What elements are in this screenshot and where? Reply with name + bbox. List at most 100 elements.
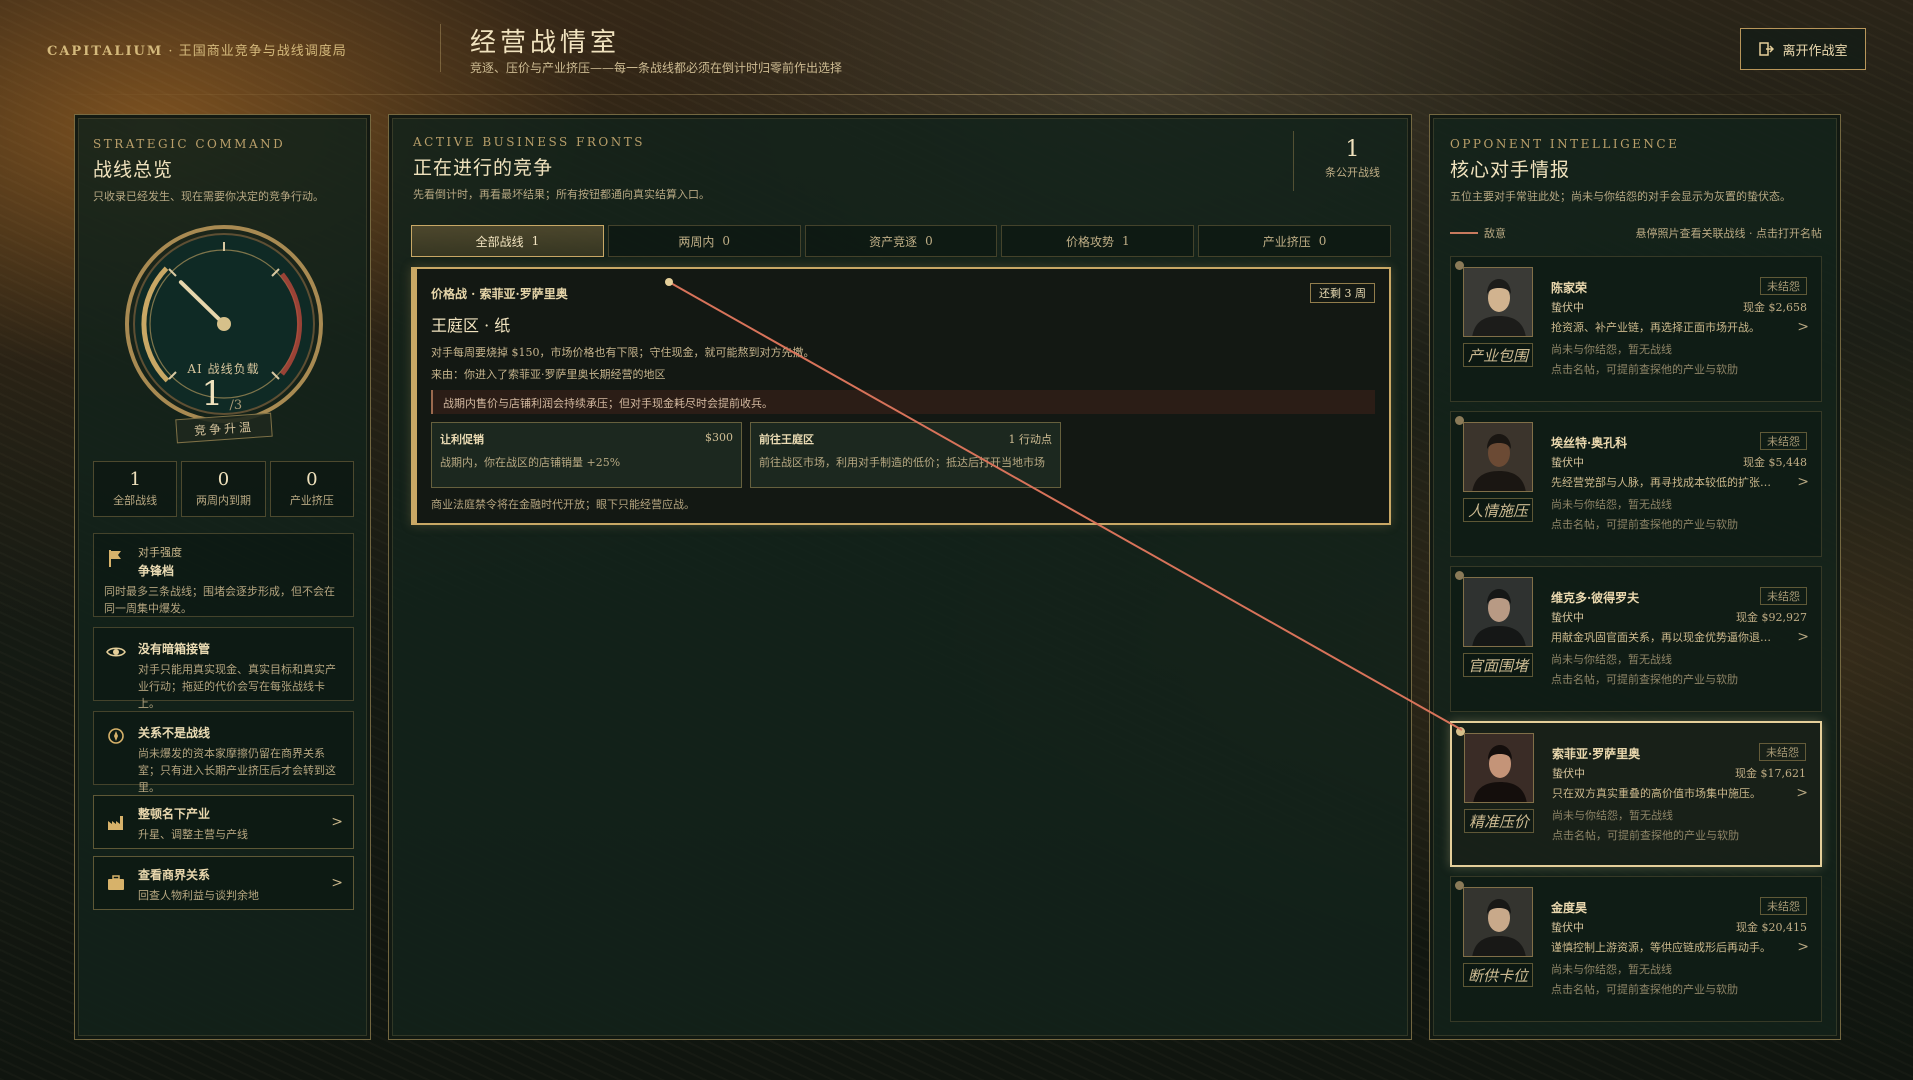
opponent-portrait[interactable]: [1463, 267, 1533, 337]
legend-label: 敌意: [1484, 227, 1506, 240]
action-desc: 战期内，你在战区的店铺销量 +25%: [440, 456, 621, 469]
opponent-name: 索菲亚·罗萨里奥: [1552, 747, 1641, 761]
opponent-portrait[interactable]: [1464, 733, 1534, 803]
tab-label: 两周内: [678, 234, 715, 249]
opponent-cash: 现金 $5,448: [1743, 456, 1807, 469]
action-cost: $300: [705, 431, 733, 444]
opponent-relation: 尚未与你结怨，暂无战线: [1551, 498, 1672, 511]
exit-door-icon: [1759, 42, 1775, 56]
exit-war-room-button[interactable]: 离开作战室: [1740, 28, 1866, 70]
brand-name: CAPITALIUM: [47, 44, 164, 59]
chevron-right-icon: >: [1797, 319, 1809, 335]
gauge-label: AI 战线负载: [187, 362, 260, 376]
front-actions: 让利促销 $300 战期内，你在战区的店铺销量 +25% 前往王庭区 1 行动点…: [431, 422, 1389, 488]
front-stats: 1 全部战线 0 两周内到期 0 产业挤压: [93, 461, 354, 517]
right-title: 核心对手情报: [1450, 159, 1571, 181]
gauge-max: /3: [229, 398, 243, 413]
tab-label: 全部战线: [475, 234, 524, 249]
grudge-badge: 未结怨: [1760, 277, 1807, 295]
compass-icon: [108, 728, 124, 744]
nav-title: 整顿名下产业: [138, 807, 211, 821]
right-desc: 五位主要对手常驻此处；尚未与你结怨的对手会显示为灰置的蛰伏态。: [1450, 190, 1791, 203]
load-gauge: AI 战线负载 1 /3: [124, 224, 324, 424]
relations-card: 关系不是战线 尚未爆发的资本家摩擦仍留在商界关系室；只有进入长期产业挤压后才会转…: [93, 711, 354, 794]
business-relations-button[interactable]: 查看商界关系 回查人物利益与谈判余地 >: [93, 856, 354, 910]
opponent-relation: 尚未与你结怨，暂无战线: [1551, 963, 1672, 976]
front-warning: 战期内售价与店铺利润会持续承压；但对手现金耗尽时会提前收兵。: [431, 390, 1375, 414]
tab-asset-race[interactable]: 资产竞逐 0: [804, 225, 998, 257]
opponent-status: 蛰伏中: [1551, 921, 1584, 934]
briefcase-icon: [108, 875, 124, 890]
nav-title: 查看商界关系: [138, 868, 211, 882]
grudge-badge: 未结怨: [1760, 587, 1807, 605]
tab-price-offensive[interactable]: 价格攻势 1: [1001, 225, 1195, 257]
tab-count: 0: [925, 234, 933, 248]
opponent-tip: 点击名帖，可提前查探他的产业与软肋: [1552, 829, 1739, 842]
opponent-card[interactable]: 产业包围 陈家荣 未结怨 蛰伏中 现金 $2,658 抢资源、补产业链，再选择正面市场开战…: [1450, 256, 1822, 402]
opponent-tactic: 断供卡位: [1463, 963, 1533, 987]
front-origin: 来由：你进入了索菲亚·罗萨里奥长期经营的地区: [431, 368, 666, 381]
opponent-relation: 尚未与你结怨，暂无战线: [1552, 809, 1673, 822]
eye-icon: [106, 647, 126, 657]
tab-within-two-weeks[interactable]: 两周内 0: [607, 225, 801, 257]
legend-hint: 悬停照片查看关联战线 · 点击打开名帖: [1635, 227, 1823, 240]
opponent-portrait[interactable]: [1463, 577, 1533, 647]
no-takeover-card: 没有暗箱接管 对手只能用真实现金、真实目标和真实产业行动；拖延的代价会写在每张战…: [93, 627, 354, 710]
public-fronts-count: 1 条公开战线: [1293, 131, 1411, 191]
discount-promotion-button[interactable]: 让利促销 $300 战期内，你在战区的店铺销量 +25%: [431, 422, 742, 488]
middle-desc: 先看倒计时，再看最坏结果；所有按钮都通向真实结算入口。: [413, 188, 710, 201]
front-filter-tabs: 全部战线 1 两周内 0 资产竞逐 0 价格攻势 1 产业挤压 0: [411, 225, 1391, 257]
gauge-dial: [124, 225, 323, 423]
grudge-badge: 未结怨: [1760, 432, 1807, 450]
chevron-right-icon: >: [331, 814, 343, 830]
opponent-intel-panel: OPPONENT INTELLIGENCE 核心对手情报 五位主要对手常驻此处；…: [1429, 114, 1841, 1040]
card-title: 没有暗箱接管: [138, 642, 211, 656]
card-text: 尚未爆发的资本家摩擦仍留在商界关系室；只有进入长期产业挤压后才会转到这里。: [138, 747, 336, 794]
stat-value: 0: [306, 469, 318, 490]
opponent-card[interactable]: 人情施压 埃丝特·奥孔科 未结怨 蛰伏中 现金 $5,448 先经营党部与人脉，再寻找成本…: [1450, 411, 1822, 557]
tab-count: 1: [531, 234, 540, 248]
strategic-command-panel: STRATEGIC COMMAND 战线总览 只收录已经发生、现在需要你决定的竞…: [74, 114, 371, 1040]
middle-title: 正在进行的竞争: [413, 157, 554, 179]
page-subtitle: 竞逐、压价与产业挤压——每一条战线都必须在倒计时归零前作出选择: [470, 61, 843, 75]
opponent-portrait[interactable]: [1463, 422, 1533, 492]
stat-label: 产业挤压: [289, 494, 334, 507]
opponent-intent: 抢资源、补产业链，再选择正面市场开战。: [1551, 321, 1760, 334]
stat-all-fronts: 1 全部战线: [93, 461, 178, 517]
opponent-name: 陈家荣: [1551, 281, 1588, 295]
opponent-portrait[interactable]: [1463, 887, 1533, 957]
opponent-tactic: 产业包围: [1463, 343, 1533, 367]
exit-label: 离开作战室: [1782, 43, 1848, 59]
tab-industry-squeeze[interactable]: 产业挤压 0: [1198, 225, 1391, 257]
opponent-card[interactable]: 精准压价 索菲亚·罗萨里奥 未结怨 蛰伏中 现金 $17,621 只在双方真实重叠的高价值…: [1450, 721, 1822, 867]
gauge-value: 1: [201, 374, 224, 414]
card-text: 同时最多三条战线；围堵会逐步形成，但不会在同一周集中爆发。: [104, 585, 335, 615]
chevron-right-icon: >: [1797, 629, 1809, 645]
opponent-card[interactable]: 断供卡位 金度昊 未结怨 蛰伏中 现金 $20,415 谨慎控制上游资源，等供应链成形后再…: [1450, 876, 1822, 1022]
price-war-front-card[interactable]: 价格战 · 索菲亚·罗萨里奥 还剩 3 周 王庭区 · 纸 对手每周要烧掉 $1…: [411, 267, 1391, 525]
opponent-relation: 尚未与你结怨，暂无战线: [1551, 343, 1672, 356]
header: CAPITALIUM · 王国商业竞争与战线调度局 经营战情室 竞逐、压价与产业…: [0, 0, 1913, 98]
opponent-name: 维克多·彼得罗夫: [1551, 591, 1640, 605]
brand-tagline: · 王国商业竞争与战线调度局: [163, 44, 347, 59]
hostility-legend: 敌意 悬停照片查看关联战线 · 点击打开名帖: [1450, 225, 1822, 241]
opponent-name: 埃丝特·奥孔科: [1551, 436, 1628, 450]
opponent-status: 蛰伏中: [1552, 767, 1585, 780]
opponent-intent: 先经营党部与人脉，再寻找成本较低的扩张…: [1551, 476, 1771, 489]
manage-industries-button[interactable]: 整顿名下产业 升星、调整主营与产线 >: [93, 795, 354, 849]
opponent-intent: 谨慎控制上游资源，等供应链成形后再动手。: [1551, 941, 1771, 954]
chevron-right-icon: >: [1797, 939, 1809, 955]
front-region: 王庭区 · 纸: [431, 316, 511, 335]
nav-subtitle: 回查人物利益与谈判余地: [138, 889, 259, 902]
travel-to-region-button[interactable]: 前往王庭区 1 行动点 前往战区市场，利用对手制造的低价；抵达后打开当地市场: [750, 422, 1061, 488]
card-title: 争锋档: [138, 564, 175, 578]
countdown-badge: 还剩 3 周: [1310, 283, 1375, 303]
stat-label: 两周内到期: [195, 494, 251, 507]
opponent-name: 金度昊: [1551, 901, 1588, 915]
opponent-card[interactable]: 官面围堵 维克多·彼得罗夫 未结怨 蛰伏中 现金 $92,927 用献金巩固官面关系，再以…: [1450, 566, 1822, 712]
header-divider: [440, 24, 441, 72]
count-value: 1: [1345, 137, 1360, 162]
tab-all-fronts[interactable]: 全部战线 1: [411, 225, 604, 257]
opponent-status: 蛰伏中: [1551, 611, 1584, 624]
opponent-tactic: 精准压价: [1464, 809, 1534, 833]
